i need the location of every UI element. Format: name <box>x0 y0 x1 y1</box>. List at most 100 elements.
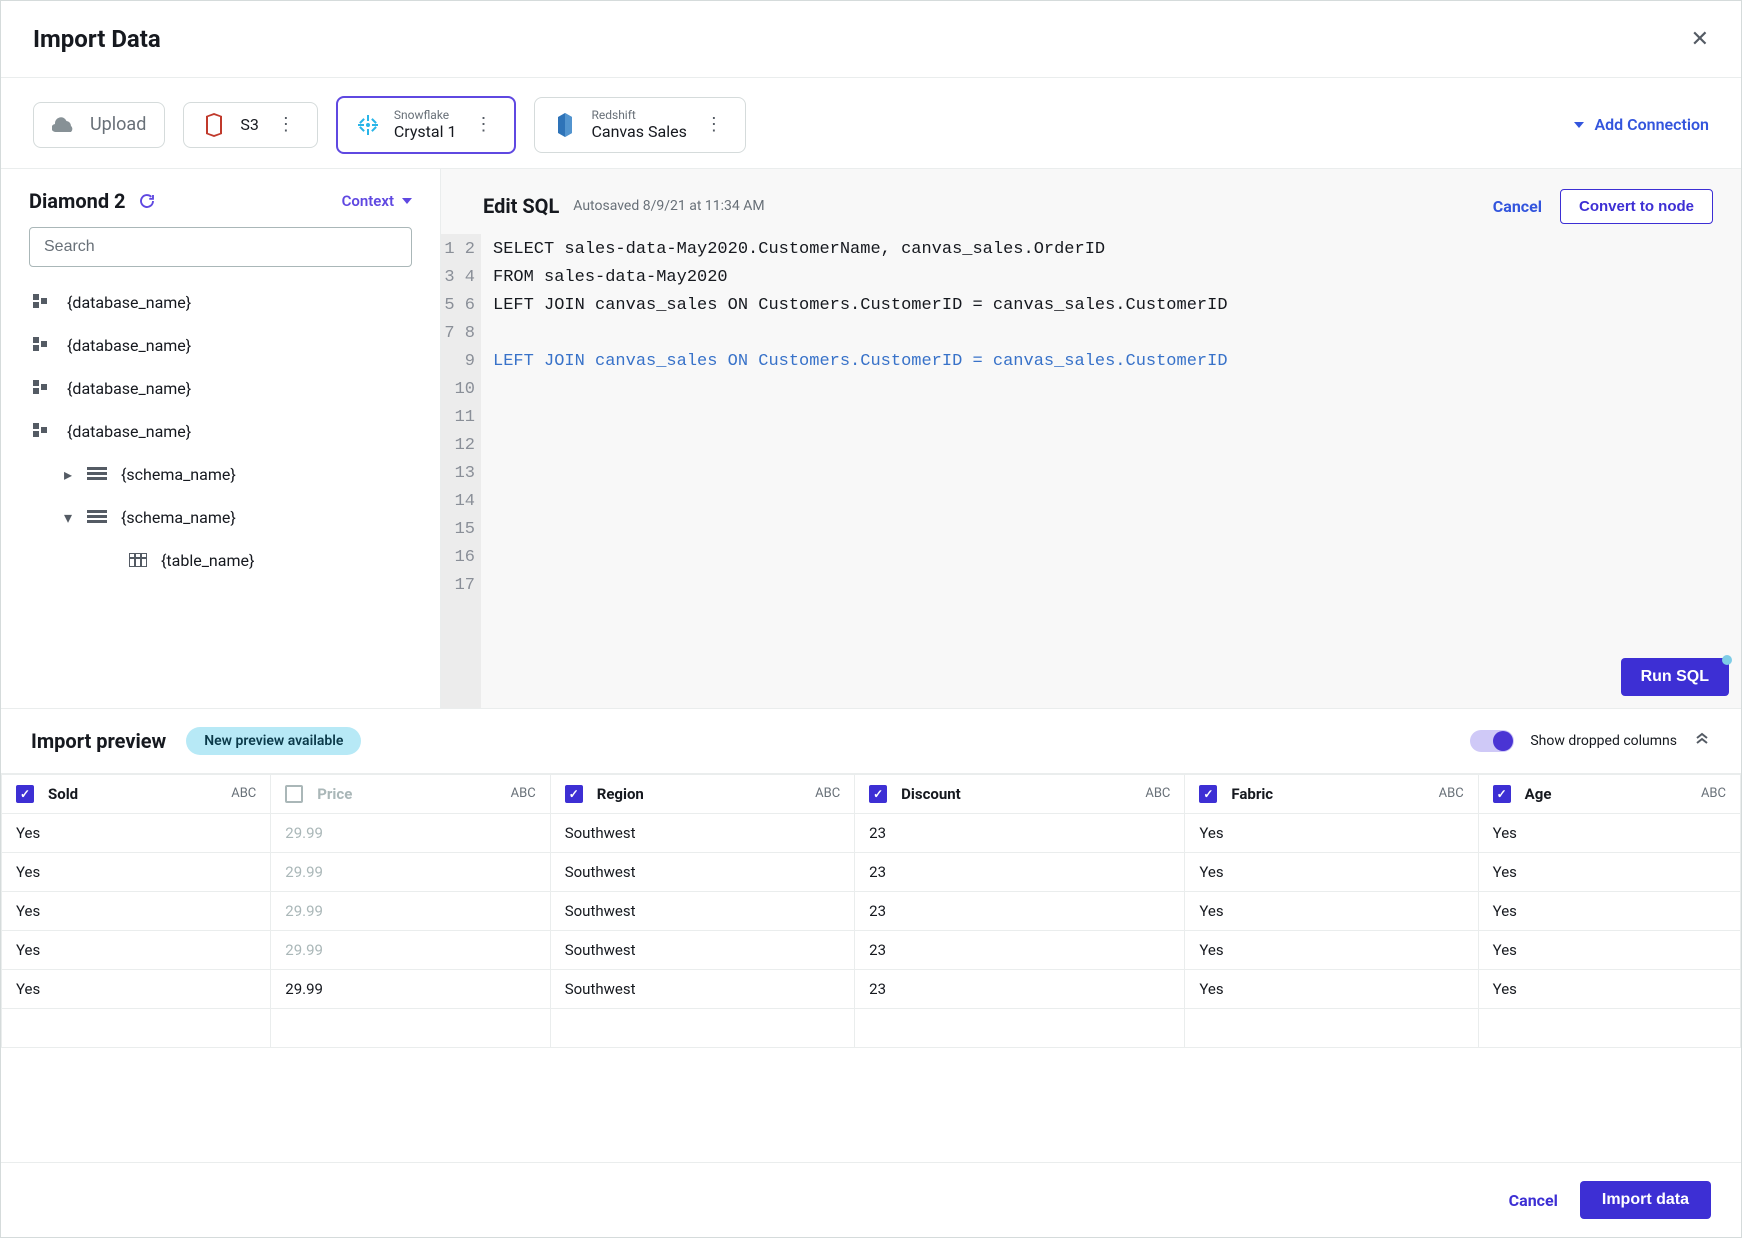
table-icon <box>129 553 147 567</box>
page-title: Import Data <box>33 25 161 53</box>
column-checkbox[interactable] <box>16 785 34 803</box>
editor-cancel-button[interactable]: Cancel <box>1493 197 1542 216</box>
column-header[interactable]: Age ABC <box>1478 774 1740 813</box>
column-header[interactable]: DiscountABC <box>855 774 1185 813</box>
redshift-menu-button[interactable]: ⋮ <box>701 114 727 135</box>
column-type-badge: ABC <box>1701 786 1726 801</box>
table-cell <box>550 1008 854 1047</box>
redshift-icon <box>553 113 577 137</box>
database-label: {database_name} <box>67 336 191 355</box>
refresh-button[interactable] <box>138 192 156 210</box>
column-header[interactable]: FabricABC <box>1185 774 1478 813</box>
table-cell: 29.99 <box>271 891 550 930</box>
table-cell: Yes <box>2 813 271 852</box>
code-content[interactable]: SELECT sales-data-May2020.CustomerName, … <box>481 234 1741 708</box>
run-sql-button[interactable]: Run SQL <box>1621 658 1729 696</box>
table-cell: Yes <box>1185 930 1478 969</box>
search-input[interactable] <box>29 227 412 267</box>
schema-label: {schema_name} <box>121 465 236 484</box>
show-dropped-toggle[interactable] <box>1470 730 1514 752</box>
source-upload[interactable]: Upload <box>33 102 165 148</box>
schema-item[interactable]: ▸ {schema_name} <box>29 453 412 496</box>
table-cell <box>271 1008 550 1047</box>
import-data-button[interactable]: Import data <box>1580 1181 1711 1219</box>
database-sidebar: Diamond 2 Context {database_name} <box>1 169 441 708</box>
context-dropdown[interactable]: Context <box>342 192 412 210</box>
editor-title: Edit SQL <box>483 194 559 218</box>
table-cell: 23 <box>855 969 1185 1008</box>
column-type-badge: ABC <box>815 786 840 801</box>
sql-editor-pane: Edit SQL Autosaved 8/9/21 at 11:34 AM Ca… <box>441 169 1741 708</box>
show-dropped-label: Show dropped columns <box>1530 733 1677 749</box>
table-cell <box>855 1008 1185 1047</box>
table-cell: Yes <box>1478 852 1740 891</box>
table-cell: 29.99 <box>271 969 550 1008</box>
schema-item[interactable]: ▾ {schema_name} <box>29 496 412 539</box>
source-snowflake[interactable]: Snowflake Crystal 1 ⋮ <box>336 96 517 154</box>
add-connection-button[interactable]: Add Connection <box>1574 115 1709 134</box>
table-row: Yes29.99Southwest23YesYes <box>2 813 1741 852</box>
table-cell: Yes <box>1185 969 1478 1008</box>
column-header[interactable]: SoldABC <box>2 774 271 813</box>
column-checkbox[interactable] <box>1199 785 1217 803</box>
modal-header: Import Data ✕ <box>1 1 1741 78</box>
code-editor[interactable]: 1 2 3 4 5 6 7 8 9 10 11 12 13 14 15 16 1… <box>441 234 1741 708</box>
table-cell: Yes <box>1185 891 1478 930</box>
source-redshift[interactable]: Redshift Canvas Sales ⋮ <box>534 97 745 153</box>
autosave-status: Autosaved 8/9/21 at 11:34 AM <box>573 198 764 214</box>
column-name: Age <box>1525 785 1552 803</box>
database-icon <box>33 423 53 439</box>
chevron-down-icon: ▾ <box>63 508 73 527</box>
context-label: Context <box>342 192 394 210</box>
caret-down-icon <box>1574 122 1584 128</box>
table-cell: 29.99 <box>271 813 550 852</box>
table-cell: Yes <box>1185 852 1478 891</box>
new-preview-badge[interactable]: New preview available <box>186 727 361 755</box>
column-name: Price <box>317 785 352 803</box>
line-gutter: 1 2 3 4 5 6 7 8 9 10 11 12 13 14 15 16 1… <box>441 234 481 708</box>
collapse-icon[interactable] <box>1693 732 1711 750</box>
column-checkbox[interactable] <box>1493 785 1511 803</box>
preview-table-container[interactable]: SoldABCPriceABCRegionABCDiscountABCFabri… <box>1 773 1741 1162</box>
schema-label: {schema_name} <box>121 508 236 527</box>
upload-icon <box>52 113 76 137</box>
data-source-bar: Upload S3 ⋮ Snowflake Crystal 1 ⋮ R <box>1 78 1741 169</box>
modal-footer: Cancel Import data <box>1 1162 1741 1237</box>
table-cell: 29.99 <box>271 852 550 891</box>
column-header[interactable]: RegionABC <box>550 774 854 813</box>
database-item[interactable]: {database_name} <box>29 324 412 367</box>
column-header[interactable]: PriceABC <box>271 774 550 813</box>
s3-menu-button[interactable]: ⋮ <box>273 114 299 135</box>
chevron-right-icon: ▸ <box>63 465 73 484</box>
source-redshift-label: Canvas Sales <box>591 122 686 141</box>
schema-icon <box>87 467 107 481</box>
table-row: Yes29.99Southwest23YesYes <box>2 852 1741 891</box>
cancel-button[interactable]: Cancel <box>1509 1191 1558 1210</box>
database-item[interactable]: {database_name} <box>29 367 412 410</box>
close-button[interactable]: ✕ <box>1691 26 1709 52</box>
database-icon <box>33 294 53 310</box>
convert-to-node-button[interactable]: Convert to node <box>1560 189 1713 224</box>
schema-icon <box>87 510 107 524</box>
column-checkbox[interactable] <box>285 785 303 803</box>
s3-icon <box>202 113 226 137</box>
column-type-badge: ABC <box>231 786 256 801</box>
source-snowflake-label: Crystal 1 <box>394 122 457 141</box>
column-checkbox[interactable] <box>869 785 887 803</box>
source-snowflake-sublabel: Snowflake <box>394 108 457 122</box>
caret-down-icon <box>402 198 412 204</box>
database-icon <box>33 337 53 353</box>
table-cell: Yes <box>1478 930 1740 969</box>
database-item[interactable]: {database_name} <box>29 281 412 324</box>
close-icon: ✕ <box>1691 26 1709 51</box>
database-label: {database_name} <box>67 422 191 441</box>
table-cell: Yes <box>2 891 271 930</box>
column-checkbox[interactable] <box>565 785 583 803</box>
database-item[interactable]: {database_name} <box>29 410 412 453</box>
table-item[interactable]: {table_name} <box>29 539 412 582</box>
snowflake-menu-button[interactable]: ⋮ <box>470 114 496 135</box>
source-s3[interactable]: S3 ⋮ <box>183 102 318 148</box>
table-cell: Yes <box>2 852 271 891</box>
table-header-row: SoldABCPriceABCRegionABCDiscountABCFabri… <box>2 774 1741 813</box>
table-cell: 23 <box>855 930 1185 969</box>
